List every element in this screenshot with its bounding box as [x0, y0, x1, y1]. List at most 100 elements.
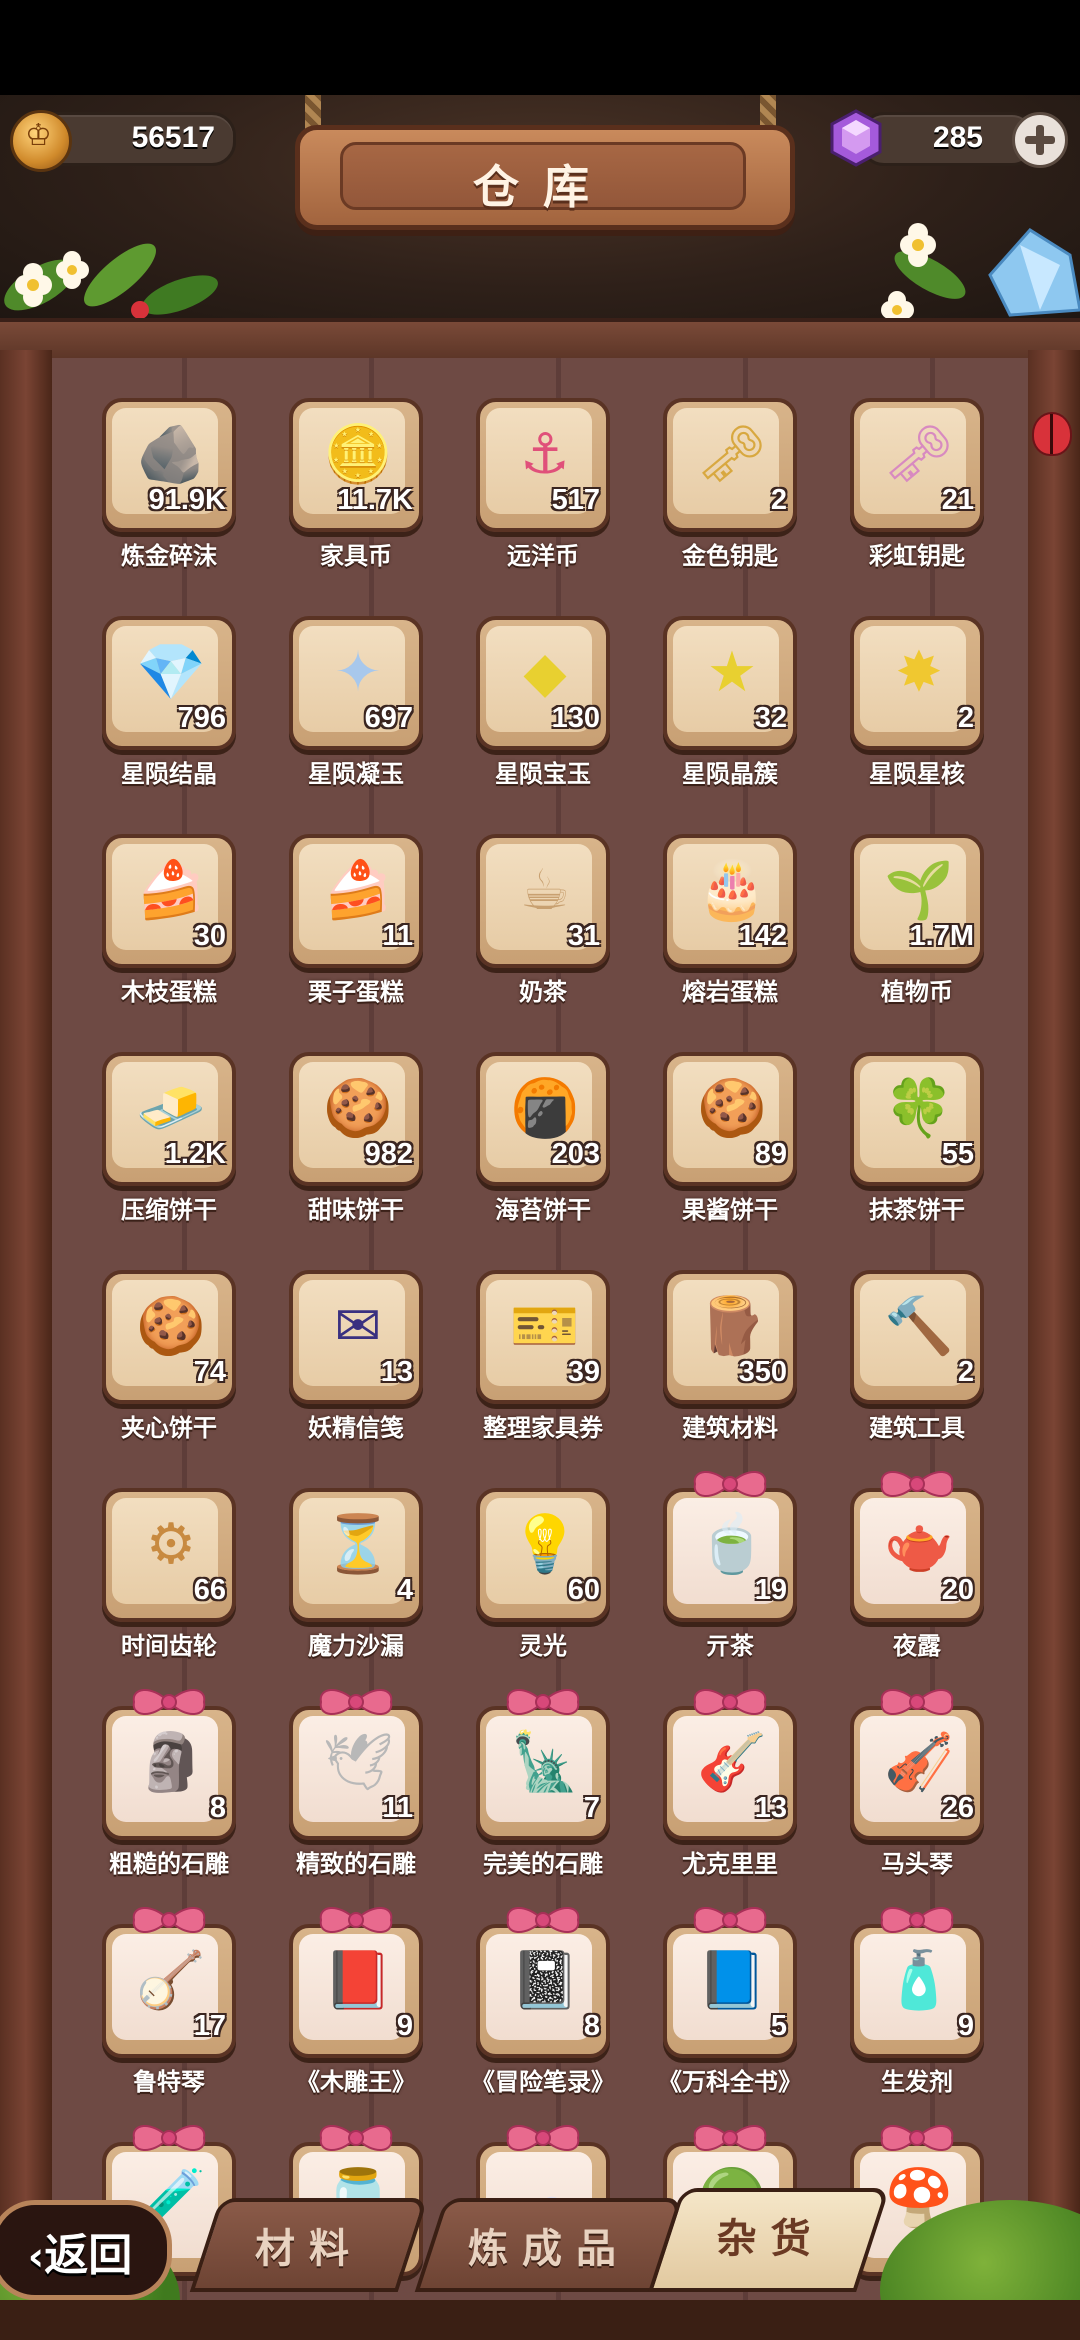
item-slot: 🍪 74 — [102, 1270, 236, 1404]
inventory-item[interactable]: 🕊 11 精致的石雕 — [289, 1689, 423, 1878]
inventory-item[interactable]: ◆ 130 星陨宝玉 — [476, 616, 610, 788]
inventory-item[interactable]: ⚓ 517 远洋币 — [476, 398, 610, 570]
item-slot: 🪕 17 — [102, 1907, 236, 2058]
item-label: 鲁特琴 — [133, 2068, 205, 2096]
inventory-item[interactable]: ✸ 2 星陨星核 — [850, 616, 984, 788]
inventory-item[interactable]: 📘 5 《万科全书》 — [658, 1907, 802, 2096]
item-slot: 🪵 350 — [663, 1270, 797, 1404]
inventory-item[interactable]: 🍘 203 海苔饼干 — [476, 1052, 610, 1224]
inventory-item[interactable]: ★ 32 星陨晶簇 — [663, 616, 797, 788]
inventory-item[interactable]: 📕 9 《木雕王》 — [289, 1907, 423, 2096]
item-slot-inner: 📘 — [673, 1934, 779, 2040]
ribbon-bow-icon — [319, 1907, 393, 1933]
inventory-item[interactable]: 🍪 74 夹心饼干 — [102, 1270, 236, 1442]
item-icon: 🧴 — [884, 1948, 954, 2013]
ribbon-bow-icon — [132, 1907, 206, 1933]
item-slot: 🍘 203 — [476, 1052, 610, 1186]
item-label: 甜味饼干 — [308, 1196, 404, 1224]
item-count: 9 — [396, 2010, 413, 2042]
item-label: 抹茶饼干 — [869, 1196, 965, 1224]
item-slot: 💡 60 — [476, 1488, 610, 1622]
item-icon: 📕 — [323, 1948, 393, 2013]
inventory-item[interactable]: 🍪 89 果酱饼干 — [663, 1052, 797, 1224]
inventory-item[interactable]: 🎂 142 熔岩蛋糕 — [663, 834, 797, 1006]
inventory-item[interactable]: 📓 8 《冒险笔录》 — [471, 1907, 615, 2096]
item-icon: ☕ — [519, 858, 571, 923]
item-slot: ⚙ 66 — [102, 1488, 236, 1622]
inventory-item[interactable]: 🧈 1.2K 压缩饼干 — [102, 1052, 236, 1224]
inventory-item[interactable]: 💡 60 灵光 — [476, 1488, 610, 1660]
item-label: 炼金碎沫 — [121, 542, 217, 570]
item-label: 海苔饼干 — [495, 1196, 591, 1224]
item-icon: 💡 — [510, 1512, 580, 1577]
item-label: 粗糙的石雕 — [109, 1850, 229, 1878]
inventory-item[interactable]: 🪕 17 鲁特琴 — [102, 1907, 236, 2096]
item-count: 55 — [941, 1138, 974, 1170]
item-count: 1.2K — [164, 1138, 226, 1170]
item-icon: ★ — [706, 640, 758, 705]
inventory-item[interactable]: 🗿 8 粗糙的石雕 — [102, 1689, 236, 1878]
inventory-item[interactable]: 🗽 7 完美的石雕 — [476, 1689, 610, 1878]
chevron-left-icon: ‹ — [27, 2234, 45, 2280]
item-label: 建筑材料 — [682, 1414, 778, 1442]
inventory-item[interactable]: 🪙 11.7K 家具币 — [289, 398, 423, 570]
back-button[interactable]: ‹返回 — [0, 2200, 172, 2300]
item-icon: 🍵 — [697, 1512, 767, 1577]
item-count: 39 — [567, 1356, 600, 1388]
tab-crafted[interactable]: 炼成品 — [414, 2198, 684, 2292]
inventory-item[interactable]: ✦ 697 星陨凝玉 — [289, 616, 423, 788]
item-count: 1.7M — [909, 920, 974, 952]
inventory-item[interactable]: ☕ 31 奶茶 — [476, 834, 610, 1006]
inventory-item[interactable]: ⏳ 4 魔力沙漏 — [289, 1488, 423, 1660]
item-slot-inner: 🗿 — [112, 1716, 218, 1822]
inventory-item[interactable]: 🗝 2 金色钥匙 — [663, 398, 797, 570]
item-count: 130 — [551, 702, 600, 734]
item-icon: 🍰 — [136, 858, 206, 923]
inventory-item[interactable]: 🍰 11 栗子蛋糕 — [289, 834, 423, 1006]
item-count: 21 — [941, 484, 974, 516]
ribbon-bow-icon — [693, 1689, 767, 1715]
item-icon: 🍪 — [323, 1076, 393, 1141]
item-slot: 🫖 20 — [850, 1471, 984, 1622]
item-label: 灵光 — [519, 1632, 567, 1660]
item-label: 星陨晶簇 — [682, 760, 778, 788]
inventory-item[interactable]: 💎 796 星陨结晶 — [102, 616, 236, 788]
inventory-item[interactable]: 🎫 39 整理家具券 — [476, 1270, 610, 1442]
inventory-item[interactable]: 🎻 26 马头琴 — [850, 1689, 984, 1878]
item-count: 8 — [583, 2010, 600, 2042]
inventory-item[interactable]: 🗝 21 彩虹钥匙 — [850, 398, 984, 570]
item-slot: ⚓ 517 — [476, 398, 610, 532]
item-count: 60 — [567, 1574, 600, 1606]
inventory-item[interactable]: ⚙ 66 时间齿轮 — [102, 1488, 236, 1660]
inventory-item[interactable]: 🪨 91.9K 炼金碎沫 — [102, 398, 236, 570]
inventory-item[interactable]: 🪵 350 建筑材料 — [663, 1270, 797, 1442]
inventory-item[interactable]: 🎸 13 尤克里里 — [663, 1689, 797, 1878]
item-label: 生发剂 — [881, 2068, 953, 2096]
ribbon-bow-icon — [880, 1907, 954, 1933]
ribbon-bow-icon — [880, 1689, 954, 1715]
tab-goods[interactable]: 杂货 — [648, 2188, 890, 2292]
inventory-item[interactable]: 🍪 982 甜味饼干 — [289, 1052, 423, 1224]
inventory-item[interactable]: 🍵 19 亓茶 — [663, 1471, 797, 1660]
item-icon: 🍪 — [697, 1076, 767, 1141]
item-slot: 🧴 9 — [850, 1907, 984, 2058]
tab-materials[interactable]: 材料 — [189, 2198, 429, 2292]
inventory-item[interactable]: 🔨 2 建筑工具 — [850, 1270, 984, 1442]
item-count: 11 — [382, 920, 413, 952]
item-label: 植物币 — [881, 978, 953, 1006]
ribbon-bow-icon — [319, 1689, 393, 1715]
item-label: 远洋币 — [507, 542, 579, 570]
inventory-item[interactable]: 🍀 55 抹茶饼干 — [850, 1052, 984, 1224]
item-icon: 🍪 — [136, 1294, 206, 1359]
item-slot: 📓 8 — [476, 1907, 610, 2058]
item-icon: 🎻 — [884, 1730, 954, 1795]
item-slot-inner: ✸ — [860, 626, 966, 732]
item-label: 奶茶 — [519, 978, 567, 1006]
inventory-item[interactable]: 🫖 20 夜露 — [850, 1471, 984, 1660]
item-count: 697 — [364, 702, 413, 734]
inventory-item[interactable]: 🌱 1.7M 植物币 — [850, 834, 984, 1006]
inventory-item[interactable]: 🍰 30 木枝蛋糕 — [102, 834, 236, 1006]
inventory-item[interactable]: ✉ 13 妖精信笺 — [289, 1270, 423, 1442]
inventory-item[interactable]: 🧴 9 生发剂 — [850, 1907, 984, 2096]
item-count: 5 — [770, 2010, 787, 2042]
